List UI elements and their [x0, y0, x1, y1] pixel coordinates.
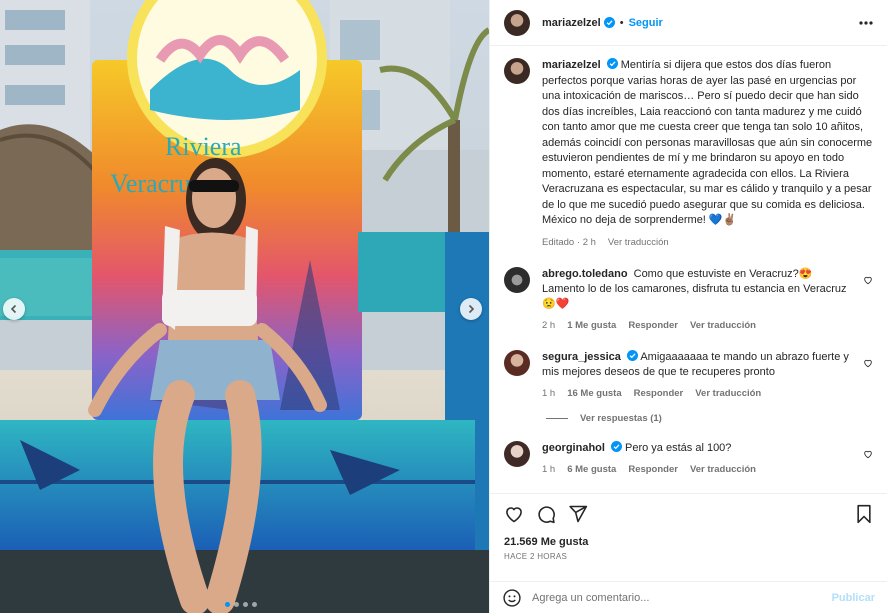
- emoji-button[interactable]: [502, 588, 522, 608]
- more-horizontal-icon: [859, 20, 873, 25]
- avatar[interactable]: [504, 9, 530, 36]
- caption-age: 2 h: [582, 236, 596, 248]
- post-timestamp: HACE 2 HORAS: [504, 552, 568, 561]
- save-button[interactable]: [855, 504, 873, 524]
- view-replies-label: Ver respuestas (1): [580, 413, 662, 424]
- post-side-panel: mariazelzel • Seguir mariazelzel Mentirí…: [489, 0, 887, 613]
- chevron-left-icon: [10, 304, 17, 314]
- next-photo-button[interactable]: [460, 298, 482, 320]
- view-replies-button[interactable]: Ver respuestas (1): [546, 413, 873, 424]
- post-header: mariazelzel • Seguir: [490, 0, 887, 46]
- caption-username[interactable]: mariazelzel: [542, 59, 601, 71]
- carousel-dot: [225, 602, 230, 607]
- comment-item: georginahol Pero ya estás al 100? 1 h 6 …: [504, 441, 873, 477]
- likes-count[interactable]: 21.569 Me gusta: [504, 536, 873, 548]
- post-actions: 21.569 Me gusta HACE 2 HORAS: [490, 493, 887, 581]
- add-comment-bar: Publicar: [490, 581, 887, 613]
- avatar[interactable]: [504, 441, 530, 467]
- avatar[interactable]: [504, 350, 530, 376]
- comment-likes-link[interactable]: 16 Me gusta: [567, 386, 621, 401]
- carousel-dot: [243, 602, 248, 607]
- emoji-smiley-icon: [503, 588, 521, 607]
- carousel-dot: [234, 602, 239, 607]
- verified-badge-icon: [610, 441, 622, 452]
- comment-username[interactable]: georginahol: [542, 442, 605, 454]
- see-translation-link[interactable]: Ver traducción: [695, 386, 761, 401]
- comment-input[interactable]: [532, 591, 832, 604]
- send-paper-plane-icon: [569, 505, 588, 523]
- carousel-dot: [252, 602, 257, 607]
- caption-text: Mentiría si dijera que estos dos días fu…: [542, 59, 873, 226]
- avatar[interactable]: [504, 267, 530, 293]
- beach-photo-illustration: Riviera Veracruzana: [0, 0, 489, 613]
- share-button[interactable]: [568, 504, 588, 524]
- like-comment-heart-icon[interactable]: [863, 449, 873, 459]
- comment-username[interactable]: abrego.toledano: [542, 268, 628, 280]
- verified-badge-icon: [606, 58, 618, 69]
- see-translation-link[interactable]: Ver traducción: [690, 462, 756, 477]
- more-options-button[interactable]: [859, 20, 873, 25]
- sign-text-riviera: Riviera: [165, 132, 242, 161]
- post-author-username[interactable]: mariazelzel: [542, 17, 601, 29]
- comment-button[interactable]: [536, 504, 556, 524]
- comment-age: 2 h: [542, 320, 556, 331]
- avatar[interactable]: [504, 58, 530, 84]
- previous-photo-button[interactable]: [3, 298, 25, 320]
- edited-label: Editado: [542, 236, 575, 248]
- publish-comment-button[interactable]: Publicar: [832, 592, 875, 604]
- bookmark-icon: [857, 504, 871, 524]
- comment-age: 1 h: [542, 464, 556, 475]
- see-translation-link[interactable]: Ver traducción: [608, 235, 669, 251]
- replies-divider: [546, 418, 568, 419]
- comment-text: Pero ya estás al 100?: [625, 442, 732, 454]
- post-caption: mariazelzel Mentiría si dijera que estos…: [504, 58, 873, 250]
- verified-badge-icon: [603, 17, 615, 28]
- comment-likes-link[interactable]: 6 Me gusta: [567, 462, 616, 477]
- comment-item: segura_jessica Amigaaaaaaa te mando un a…: [504, 350, 873, 401]
- carousel-indicator: [225, 602, 257, 607]
- comment-item: abrego.toledano Como que estuviste en Ve…: [504, 267, 873, 333]
- comment-likes-link[interactable]: 1 Me gusta: [567, 318, 616, 333]
- verified-badge-icon: [626, 350, 638, 361]
- like-button[interactable]: [504, 504, 524, 524]
- comments-list[interactable]: mariazelzel Mentiría si dijera que estos…: [490, 46, 887, 493]
- reply-button[interactable]: Responder: [634, 386, 684, 401]
- reply-button[interactable]: Responder: [628, 318, 678, 333]
- separator-dot: •: [619, 16, 624, 29]
- see-translation-link[interactable]: Ver traducción: [690, 318, 756, 333]
- comment-username[interactable]: segura_jessica: [542, 351, 621, 363]
- chevron-right-icon: [468, 304, 475, 314]
- like-comment-heart-icon[interactable]: [863, 358, 873, 368]
- comment-bubble-icon: [538, 506, 555, 524]
- reply-button[interactable]: Responder: [628, 462, 678, 477]
- follow-button[interactable]: Seguir: [629, 17, 663, 29]
- comment-age: 1 h: [542, 388, 556, 399]
- post-photo: Riviera Veracruzana: [0, 0, 489, 613]
- like-comment-heart-icon[interactable]: [863, 275, 873, 285]
- heart-icon: [506, 507, 522, 523]
